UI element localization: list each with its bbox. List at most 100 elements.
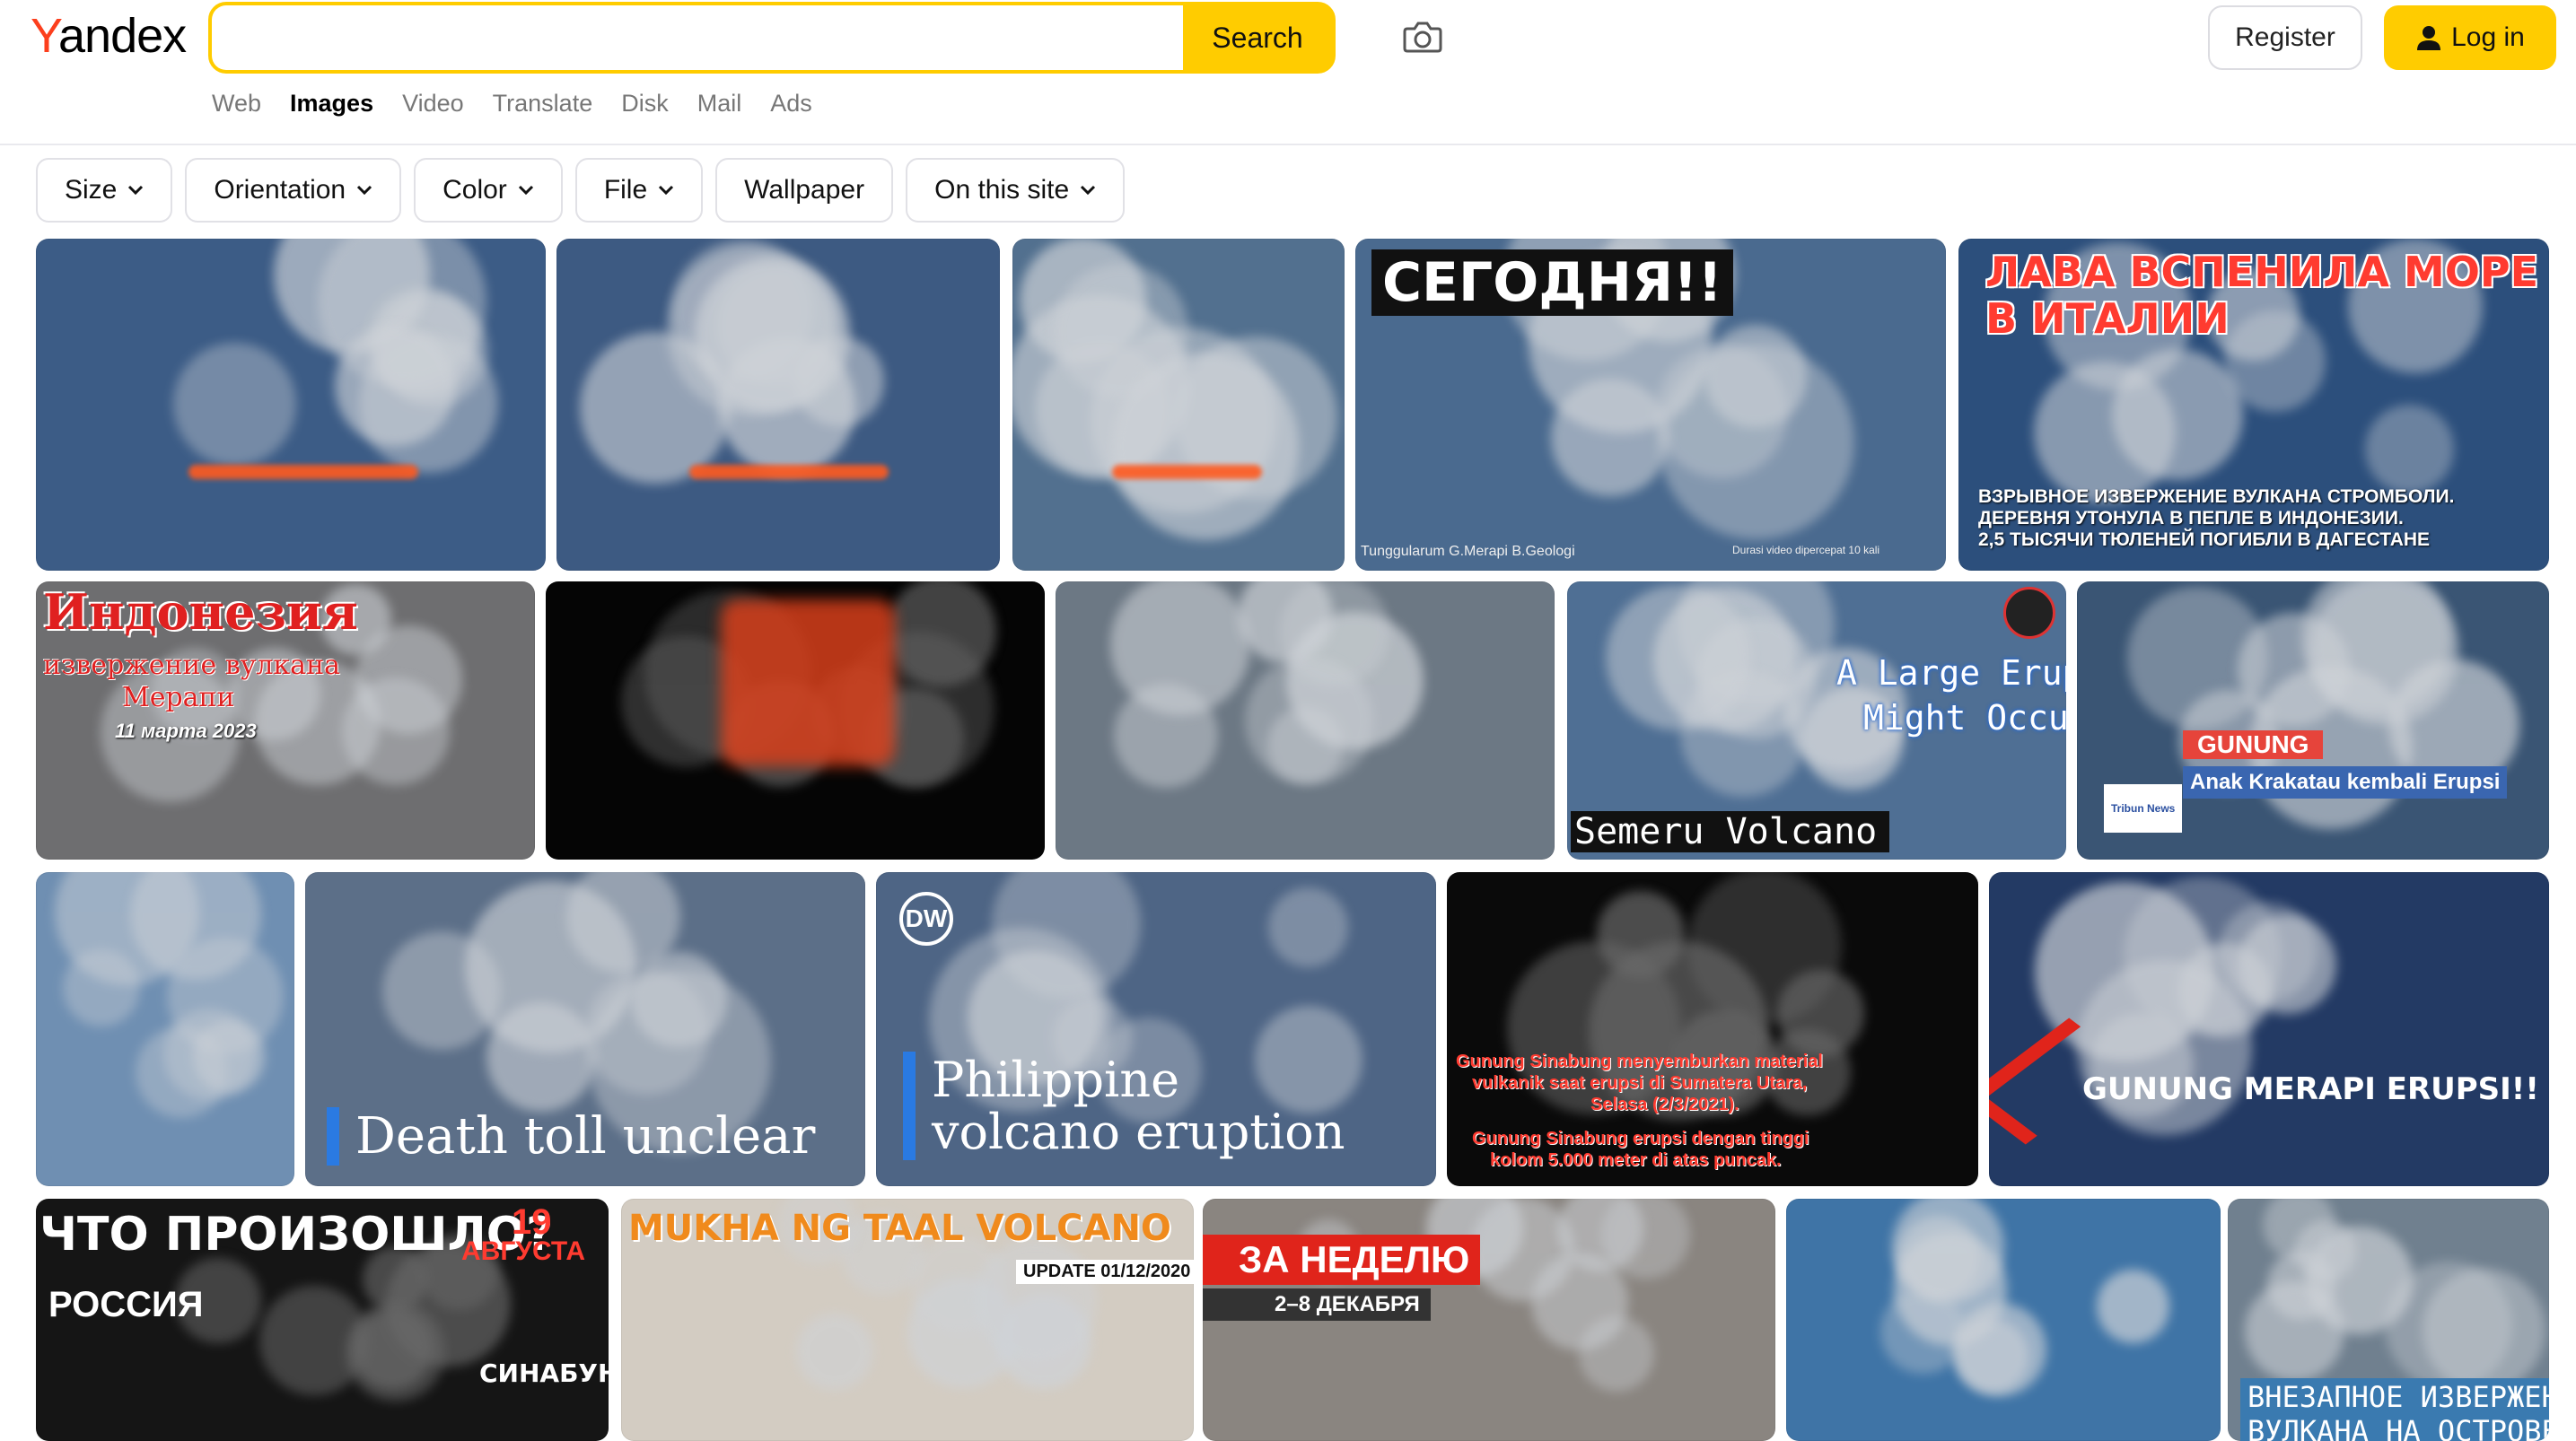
image-thumbnail-segodnya-merapi[interactable]: СЕГОДНЯ!! Tunggularum G.Merapi B.Geologi D…	[1355, 239, 1946, 571]
image-thumbnail-orange-ash-cloud[interactable]	[1786, 1199, 2221, 1441]
smoke-shape	[2096, 1270, 2170, 1343]
tab-web[interactable]: Web	[212, 90, 261, 118]
thumbnail-caption: MUKHA NG TAAL VOLCANO	[628, 1208, 1171, 1249]
tab-ads[interactable]: Ads	[770, 90, 812, 118]
smoke-shape	[1606, 584, 1752, 730]
thumbnail-caption: ВЗРЫВНОЕ ИЗВЕРЖЕНИЕ ВУЛКАНА СТРОМБОЛИ.	[1978, 486, 2455, 507]
thumbnail-caption: извержение вулкана	[43, 650, 340, 681]
chevron-down-icon	[357, 185, 372, 196]
register-label: Register	[2235, 22, 2335, 52]
thumbnail-caption: Gunung Sinabung menyemburkan material	[1456, 1052, 1823, 1071]
thumbnail-caption: Durasi video dipercepat 10 kali	[1732, 544, 1880, 556]
logo-letter: Y	[31, 9, 59, 63]
smoke-shape	[382, 930, 502, 1050]
fire-line	[188, 464, 418, 479]
filter-on-this-site[interactable]: On this site	[906, 158, 1126, 223]
thumbnail-caption: UPDATE 01/12/2020	[1016, 1260, 1194, 1284]
filter-bar: Size Orientation Color File Wallpaper On this…	[36, 158, 1126, 223]
chevron-down-icon	[659, 185, 674, 196]
logo-text: andex	[58, 9, 187, 63]
smoke-shape	[2310, 581, 2460, 726]
camera-search-icon[interactable]	[1400, 14, 1445, 59]
filter-label: Orientation	[214, 175, 346, 205]
image-thumbnail-semeru-volcano[interactable]: A Large Eruption Might Occur Semeru Volcan…	[1567, 581, 2066, 860]
smoke-shape	[2237, 914, 2336, 1014]
thumbnail-caption: ВУЛКАНА НА ОСТРОВЕ ЯВА	[2240, 1412, 2549, 1441]
thumbnail-caption: Мерапи	[122, 682, 235, 713]
image-thumbnail-philippine-eruption[interactable]: DW Philippine volcano eruption	[876, 872, 1436, 1186]
fire-line	[1112, 464, 1262, 479]
filter-orientation[interactable]: Orientation	[185, 158, 402, 223]
filter-label: On this site	[934, 175, 1070, 205]
thumbnail-caption: A Large Eruption	[1836, 653, 2066, 693]
user-icon	[2417, 26, 2441, 50]
smoke-shape	[1254, 1006, 1362, 1114]
smoke-shape	[2224, 310, 2326, 412]
filter-wallpaper[interactable]: Wallpaper	[715, 158, 894, 223]
filter-file[interactable]: File	[574, 158, 704, 223]
smoke-shape	[886, 581, 997, 686]
smoke-shape	[172, 342, 297, 467]
filter-color[interactable]: Color	[414, 158, 563, 223]
smoke-shape	[795, 1313, 873, 1391]
thumbnail-caption: Tunggularum G.Merapi B.Geologi	[1361, 544, 1575, 559]
image-thumbnail-java-eruption[interactable]: ВНЕЗАПНОЕ ИЗВЕРЖЕНИЕВУЛКАНА НА ОСТРОВЕ Я…	[2228, 1199, 2549, 1441]
register-button[interactable]: Register	[2208, 5, 2362, 70]
thumbnail-caption: GUNUNG	[2183, 730, 2324, 759]
thumbnail-caption: АВГУСТА	[461, 1236, 586, 1266]
smoke-shape	[1531, 1253, 1628, 1350]
smoke-shape	[1109, 581, 1251, 715]
thumbnail-caption: DW	[899, 892, 953, 946]
thumbnail-caption: РОССИЯ	[48, 1285, 204, 1324]
smoke-shape	[974, 1239, 1097, 1363]
yandex-logo[interactable]: Yandex	[31, 7, 187, 65]
thumbnail-caption: Semeru Volcano	[1571, 811, 1890, 852]
smoke-shape	[1111, 353, 1300, 540]
smoke-shape	[694, 256, 850, 412]
search-bar: Search	[208, 2, 1336, 74]
fire-line	[689, 464, 889, 479]
image-thumbnail-sinabung[interactable]: Gunung Sinabung menyemburkan material vul…	[1447, 872, 1978, 1186]
smoke-shape	[193, 1020, 267, 1094]
filter-label: File	[603, 175, 648, 205]
image-thumbnail-ash-cloud-river[interactable]	[1056, 581, 1555, 860]
login-button[interactable]: Log in	[2384, 5, 2556, 70]
login-label: Log in	[2451, 22, 2525, 52]
image-thumbnail-chto-proizoshlo[interactable]: ЧТО ПРОИЗОШЛО?19АВГУСТАРОССИЯСИНАБУНГ	[36, 1199, 609, 1441]
image-thumbnail-ash-column-sky[interactable]	[36, 872, 294, 1186]
image-thumbnail-aerial-eruption-2[interactable]	[556, 239, 1000, 571]
search-input[interactable]	[212, 5, 1183, 70]
search-button[interactable]: Search	[1183, 5, 1332, 70]
image-thumbnail-merapi-erupsi[interactable]: GUNUNG MERAPI ERUPSI!!	[1989, 872, 2549, 1186]
header: Yandex Search Register Log in Web Images V…	[0, 0, 2576, 145]
thumbnail-caption: Индонезия	[43, 583, 358, 641]
tab-disk[interactable]: Disk	[621, 90, 669, 118]
thumbnail-caption: 11 марта 2023	[115, 720, 257, 742]
thumbnail-caption: Death toll unclear	[327, 1107, 815, 1166]
filter-size[interactable]: Size	[36, 158, 173, 223]
image-thumbnail-lava-red-night[interactable]	[546, 581, 1045, 860]
image-thumbnail-indonesia-merapi[interactable]: Индонезия извержение вулкана Мерапи 11 март…	[36, 581, 535, 860]
image-thumbnail-lava-italy[interactable]: ЛАВА ВСПЕНИЛА МОРЕ В ИТАЛИИ ВЗРЫВНОЕ ИЗВЕР…	[1958, 239, 2549, 571]
smoke-shape	[1704, 325, 1808, 428]
thumbnail-caption: В ИТАЛИИ	[1985, 294, 2230, 343]
filter-label: Color	[442, 175, 507, 205]
smoke-shape	[2112, 349, 2243, 480]
image-thumbnail-aerial-eruption-3[interactable]	[1012, 239, 1345, 571]
thumbnail-caption: СЕГОДНЯ!!	[1371, 249, 1733, 316]
thumbnail-caption: Might Occur	[1863, 698, 2066, 738]
thumbnail-caption: 2,5 ТЫСЯЧИ ТЮЛЕНЕЙ ПОГИБЛИ В ДАГЕСТАНЕ	[1978, 529, 2431, 550]
image-thumbnail-za-nedelyu[interactable]: ЗА НЕДЕЛЮ 2–8 ДЕКАБРЯ	[1203, 1199, 1775, 1441]
tab-translate[interactable]: Translate	[493, 90, 593, 118]
image-thumbnail-death-toll[interactable]: Death toll unclear	[305, 872, 865, 1186]
image-thumbnail-anak-krakatau[interactable]: GUNUNG Anak Krakatau kembali Erupsi Tribun…	[2077, 581, 2549, 860]
tab-mail[interactable]: Mail	[697, 90, 742, 118]
smoke-shape	[1880, 1289, 1966, 1375]
smoke-shape	[345, 1302, 445, 1402]
image-thumbnail-taal-volcano[interactable]: MUKHA NG TAAL VOLCANO UPDATE 01/12/2020	[621, 1199, 1194, 1441]
chevron-down-icon	[128, 185, 144, 196]
tab-images[interactable]: Images	[290, 90, 373, 118]
image-thumbnail-aerial-eruption-1[interactable]	[36, 239, 546, 571]
tab-video[interactable]: Video	[402, 90, 464, 118]
service-tabs: Web Images Video Translate Disk Mail Ads	[212, 90, 812, 118]
